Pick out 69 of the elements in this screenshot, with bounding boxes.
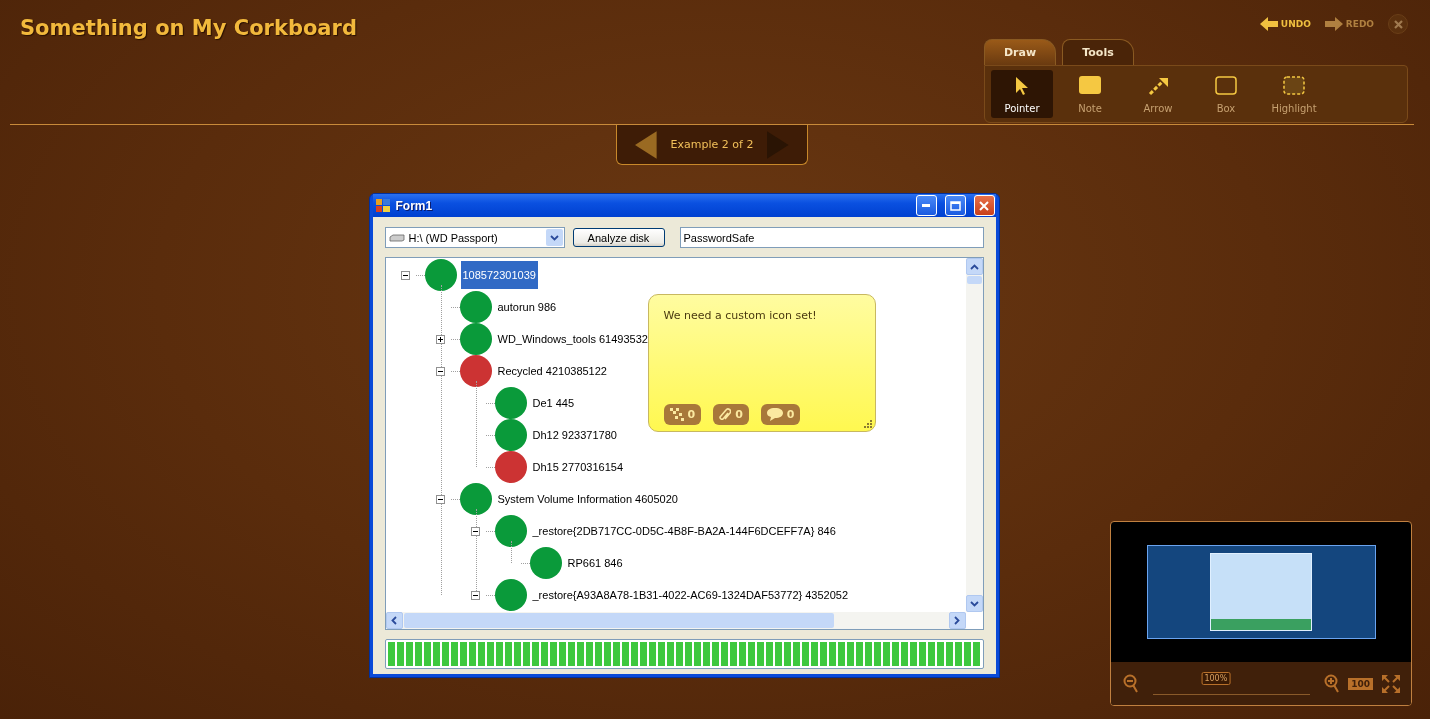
tree-item[interactable]: RP661 846 [565, 549, 625, 577]
scroll-left-icon [391, 616, 397, 625]
pointer-icon [1015, 76, 1029, 96]
scroll-thumb[interactable] [966, 276, 982, 284]
scroll-up-icon [969, 263, 979, 270]
zoom-in-icon[interactable] [1324, 673, 1341, 694]
tree-item[interactable]: System Volume Information 4605020 [495, 485, 680, 513]
speech-bubble-icon [766, 408, 783, 421]
zoom-thumb[interactable]: 100% [1201, 672, 1231, 685]
note-text: We need a custom icon set! [663, 309, 818, 322]
minimize-icon [922, 204, 930, 207]
zoom-out-icon[interactable] [1123, 673, 1139, 694]
maximize-button[interactable] [944, 195, 966, 216]
paperclip-icon [719, 407, 732, 422]
window-icon [375, 199, 390, 212]
tool-button[interactable]: Note [1059, 70, 1121, 118]
window-title: Form1 [395, 198, 433, 213]
undo-button[interactable]: UNDO [1259, 17, 1311, 31]
highlight-icon [1283, 76, 1305, 95]
vertical-scrollbar[interactable] [965, 258, 983, 612]
note-icon [1079, 76, 1101, 94]
tree-item[interactable]: WD_Windows_tools 61493532 [495, 325, 650, 353]
tool-button[interactable]: Arrow [1127, 70, 1189, 118]
zoom-slider[interactable]: 100% [1153, 672, 1311, 695]
undo-arrow-icon [1259, 17, 1278, 31]
close-icon [979, 200, 989, 211]
scroll-thumb[interactable] [403, 613, 834, 628]
toolbar-tab[interactable]: Draw [984, 39, 1056, 65]
tree-item[interactable]: Recycled 4210385122 [495, 357, 609, 385]
box-icon [1215, 76, 1237, 95]
close-button[interactable] [1388, 14, 1408, 34]
tree-item[interactable]: _restore{A93A8A78-1B31-4022-AC69-1324DAF53772} 4352052 [530, 581, 851, 609]
collapse-toggle[interactable] [471, 526, 480, 536]
arrow-icon [1147, 76, 1169, 96]
search-field[interactable]: PasswordSafe [679, 227, 984, 248]
fit-screen-icon[interactable] [1381, 673, 1401, 694]
drive-icon [388, 233, 405, 242]
resize-grip-icon[interactable] [863, 420, 872, 428]
collapse-toggle[interactable] [471, 590, 480, 600]
scroll-right-icon [954, 616, 960, 625]
scroll-down-icon [969, 600, 979, 607]
tool-button[interactable]: Highlight [1263, 70, 1325, 118]
tree-item[interactable]: De1 445 [530, 389, 577, 417]
tree-item[interactable]: Dh12 923371780 [530, 421, 619, 449]
close-icon [1393, 19, 1403, 29]
collapse-toggle[interactable] [401, 270, 410, 280]
analyze-button[interactable]: Analyze disk [572, 228, 665, 247]
tree-item[interactable]: autorun 986 [495, 293, 559, 321]
expand-toggle[interactable] [436, 334, 445, 344]
previous-triangle-icon[interactable] [635, 130, 657, 159]
collapse-toggle[interactable] [436, 494, 445, 504]
tree-item[interactable]: 108572301039 [460, 261, 538, 289]
app-title: Something on My Corkboard [20, 16, 357, 42]
dropdown-caret-icon [549, 234, 559, 241]
tool-button[interactable]: Pointer [991, 70, 1053, 118]
toolbar-tab[interactable]: Tools [1062, 39, 1134, 65]
minimize-button[interactable] [915, 195, 937, 216]
drive-dropdown[interactable]: H:\ (WD Passport) [384, 227, 565, 248]
tree-item[interactable]: Dh15 2770316154 [530, 453, 626, 481]
tool-button[interactable]: Box [1195, 70, 1257, 118]
example-label: Example 2 of 2 [670, 138, 754, 151]
tree-item[interactable]: _restore{2DB717CC-0D5C-4B8F-BA2A-144F6DCEFF7A} 846 [530, 517, 838, 545]
minimap-viewport[interactable] [1146, 545, 1376, 639]
actual-size-button[interactable]: 100 [1348, 677, 1373, 690]
redo-arrow-icon [1324, 17, 1343, 31]
horizontal-scrollbar[interactable] [385, 612, 966, 629]
collapse-toggle[interactable] [436, 366, 445, 376]
checker-icon [669, 408, 684, 421]
maximize-icon [949, 200, 961, 211]
